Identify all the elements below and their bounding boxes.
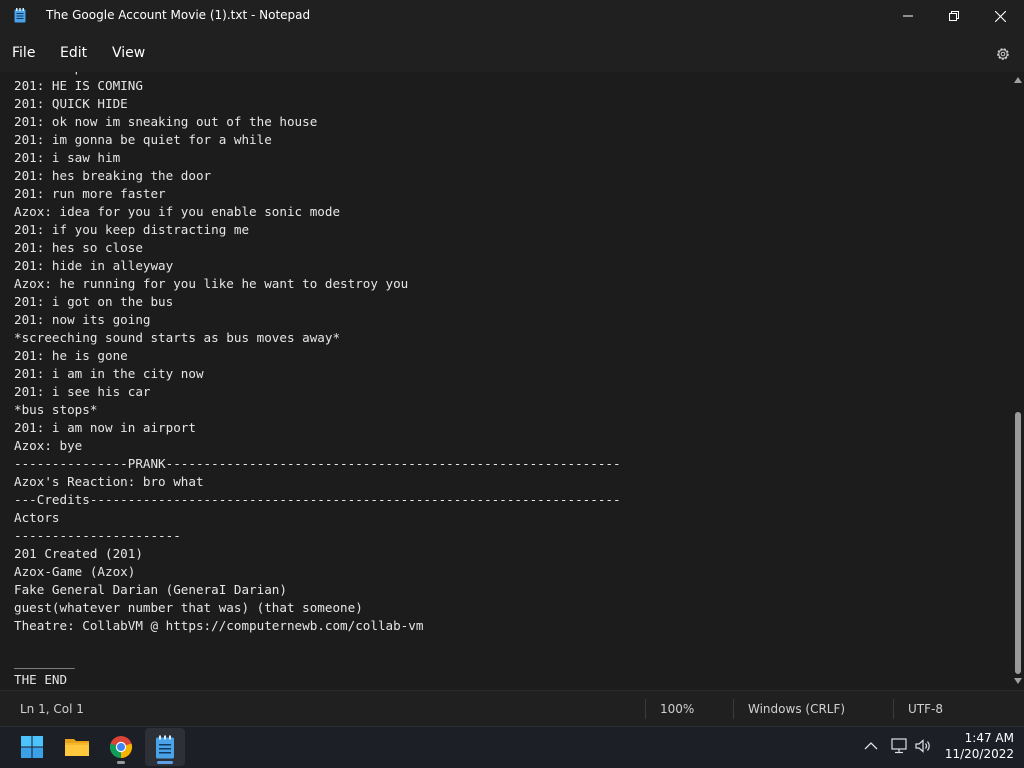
text-line: 201: now its going: [14, 312, 151, 327]
folder-icon: [65, 739, 89, 756]
scroll-up-arrow-icon[interactable]: [1014, 77, 1022, 83]
text-line: 201: run more faster: [14, 186, 166, 201]
text-line: Theatre: CollabVM @ https://computernewb…: [14, 618, 424, 633]
text-line: 201: hes so close: [14, 240, 143, 255]
text-line: Azox: bye: [14, 438, 83, 453]
taskbar-chrome[interactable]: [101, 728, 141, 766]
status-bar: Ln 1, Col 1 100% Windows (CRLF) UTF-8: [0, 690, 1024, 726]
encoding: UTF-8: [908, 702, 943, 716]
text-line: 201: hes breaking the door: [14, 168, 212, 183]
minimize-icon: [903, 15, 913, 17]
status-divider: [893, 699, 894, 719]
text-editor[interactable]: *footsteps201: HE IS COMING201: QUICK HI…: [0, 72, 1012, 690]
text-line: 201: hide in alleyway: [14, 258, 174, 273]
text-line: *screeching sound starts as bus moves aw…: [14, 330, 341, 345]
text-line: Actors: [14, 510, 60, 525]
network-button[interactable]: [889, 736, 909, 756]
start-button[interactable]: [12, 728, 52, 766]
menu-bar: File Edit View: [0, 32, 1024, 72]
text-line: THE END: [14, 672, 68, 687]
text-line: guest(whatever number that was) (that so…: [14, 600, 363, 615]
speaker-icon: [915, 739, 930, 753]
cursor-position: Ln 1, Col 1: [20, 702, 84, 716]
text-line: 201: if you keep distracting me: [14, 222, 250, 237]
close-icon: [994, 10, 1006, 22]
text-line: [14, 635, 621, 653]
menu-view[interactable]: View: [112, 45, 145, 61]
clock-time: 1:47 AM: [964, 731, 1014, 745]
vertical-scrollbar[interactable]: [1012, 72, 1024, 690]
show-hidden-icons-button[interactable]: [862, 737, 880, 755]
notepad-icon: [14, 8, 26, 23]
text-line: Azox's Reaction: bro what: [14, 474, 204, 489]
taskbar-notepad[interactable]: [145, 728, 185, 766]
active-indicator: [157, 761, 173, 764]
text-line: 201: QUICK HIDE: [14, 96, 128, 111]
taskbar: 1:47 AM 11/20/2022: [0, 726, 1024, 768]
text-line: ________: [14, 654, 75, 669]
text-line: Azox: idea for you if you enable sonic m…: [14, 204, 341, 219]
text-line: 201 Created (201): [14, 546, 143, 561]
chevron-up-icon: [864, 742, 878, 750]
menu-file[interactable]: File: [12, 45, 35, 61]
gear-icon: [997, 48, 1009, 60]
text-line: 201: i am now in airport: [14, 420, 196, 435]
text-line: 201: HE IS COMING: [14, 78, 143, 93]
text-line: 201: i see his car: [14, 384, 151, 399]
clock-date: 11/20/2022: [944, 747, 1014, 761]
text-line: ----------------------: [14, 528, 181, 543]
text-line: 201: ok now im sneaking out of the house: [14, 114, 318, 129]
clock[interactable]: 1:47 AM 11/20/2022: [940, 730, 1014, 762]
text-line: 201: im gonna be quiet for a while: [14, 132, 272, 147]
restore-button[interactable]: [931, 0, 977, 32]
taskbar-file-explorer[interactable]: [57, 728, 97, 766]
windows-start-icon: [21, 736, 43, 758]
scroll-down-arrow-icon[interactable]: [1014, 678, 1022, 684]
status-divider: [733, 699, 734, 719]
chrome-icon: [109, 736, 133, 759]
notepad-icon: [156, 735, 174, 759]
text-line: Azox-Game (Azox): [14, 564, 136, 579]
network-icon: [891, 738, 907, 754]
editor-content[interactable]: *footsteps201: HE IS COMING201: QUICK HI…: [14, 72, 621, 689]
zoom-level: 100%: [660, 702, 695, 716]
line-ending: Windows (CRLF): [748, 702, 846, 716]
text-line: ---------------PRANK--------------------…: [14, 456, 621, 471]
scroll-thumb[interactable]: [1015, 412, 1021, 674]
menu-edit[interactable]: Edit: [60, 45, 87, 61]
text-line: Azox: he running for you like he want to…: [14, 276, 409, 291]
close-button[interactable]: [977, 0, 1023, 32]
text-line: 201: i am in the city now: [14, 366, 204, 381]
text-line: Fake General Darian (GeneraI Darian): [14, 582, 287, 597]
settings-button[interactable]: [991, 42, 1015, 66]
text-line: ---Credits------------------------------…: [14, 492, 621, 507]
volume-button[interactable]: [913, 736, 933, 756]
running-indicator: [117, 761, 125, 764]
text-line: 201: he is gone: [14, 348, 128, 363]
restore-icon: [949, 11, 959, 21]
text-line: *bus stops*: [14, 402, 98, 417]
window-title: The Google Account Movie (1).txt - Notep…: [46, 8, 311, 22]
text-line: 201: i saw him: [14, 150, 121, 165]
title-bar[interactable]: The Google Account Movie (1).txt - Notep…: [0, 0, 1024, 32]
status-divider: [645, 699, 646, 719]
minimize-button[interactable]: [885, 0, 931, 32]
text-line: 201: i got on the bus: [14, 294, 174, 309]
